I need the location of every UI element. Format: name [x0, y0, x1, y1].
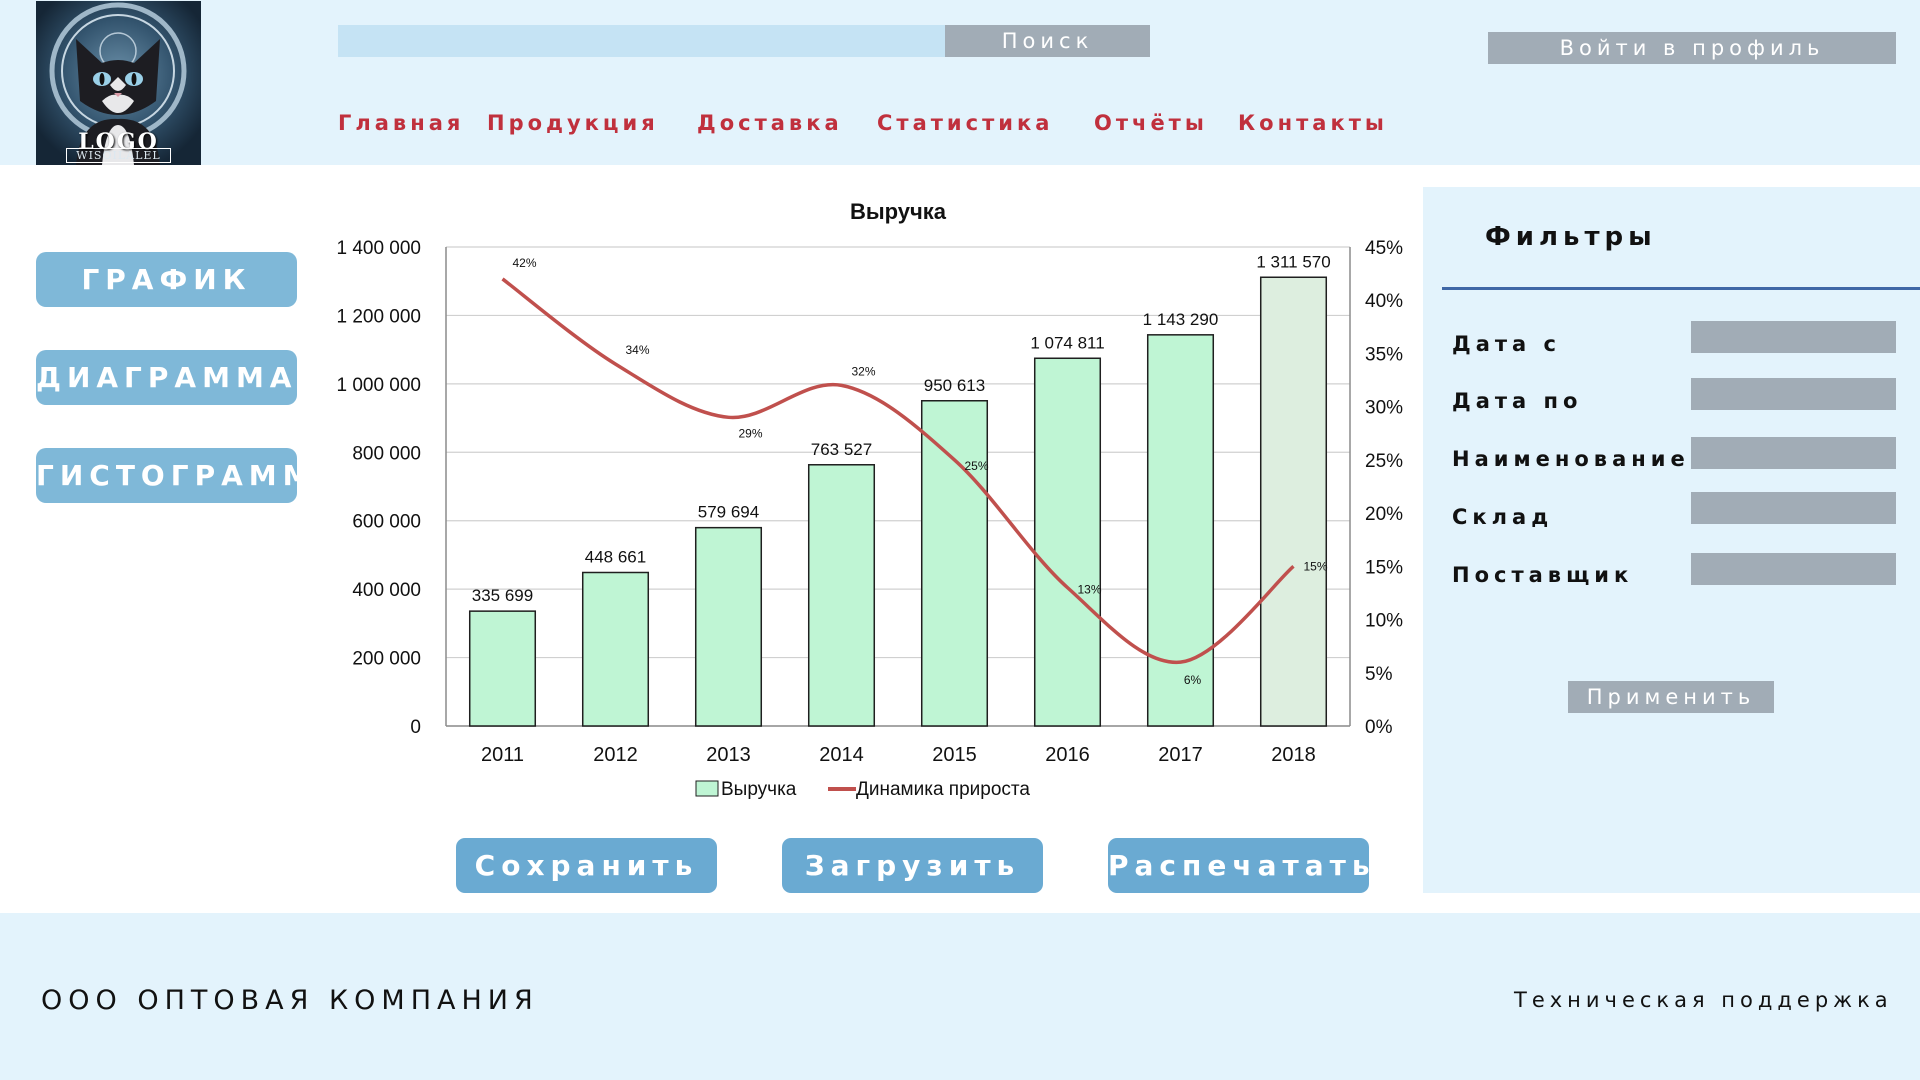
- nav-statistics[interactable]: Статистика: [877, 111, 1053, 135]
- search-button[interactable]: Поиск: [945, 25, 1150, 57]
- logo-subtext: WISOILALEL: [66, 148, 171, 163]
- chart-bar: [468, 610, 537, 727]
- bar-value-label: 950 613: [924, 376, 985, 395]
- nav-home[interactable]: Главная: [338, 111, 464, 135]
- chart-bar: [807, 464, 876, 727]
- y-right-tick-label: 30%: [1365, 398, 1403, 419]
- login-button[interactable]: Войти в профиль: [1488, 32, 1896, 64]
- nav-reports[interactable]: Отчёты: [1094, 111, 1208, 135]
- filters-panel: Фильтры Дата с Дата по Наименование Скла…: [1423, 187, 1920, 893]
- chart-bar: [1259, 276, 1328, 727]
- x-tick-label: 2015: [932, 744, 977, 766]
- legend-label-growth: Динамика прироста: [856, 779, 1030, 800]
- line-point-label: 34%: [625, 343, 649, 357]
- print-button[interactable]: Распечатать: [1108, 838, 1370, 893]
- bar-value-label: 1 143 290: [1143, 310, 1219, 329]
- line-point-label: 25%: [964, 459, 988, 473]
- chart-bar: [694, 526, 763, 727]
- x-tick-label: 2017: [1158, 744, 1203, 766]
- x-tick-label: 2013: [706, 744, 751, 766]
- y-left-tick-label: 200 000: [352, 649, 421, 670]
- chart-title: Выручка: [850, 199, 947, 224]
- chart-bar: [581, 571, 650, 727]
- bar-value-label: 579 694: [698, 503, 759, 522]
- x-tick-label: 2014: [819, 744, 864, 766]
- x-tick-label: 2018: [1271, 744, 1316, 766]
- x-tick-label: 2016: [1045, 744, 1090, 766]
- filter-supplier-input[interactable]: [1691, 553, 1896, 585]
- support-link[interactable]: Техническая поддержка: [1514, 988, 1893, 1012]
- apply-filters-button[interactable]: Применить: [1568, 681, 1774, 713]
- y-right-tick-label: 20%: [1365, 504, 1403, 525]
- chart-type-histogram-button[interactable]: ГИСТОГРАММА: [36, 448, 338, 503]
- bar-value-label: 335 699: [472, 586, 533, 605]
- line-point-label: 42%: [512, 256, 536, 270]
- filter-supplier-label: Поставщик: [1452, 563, 1634, 587]
- y-left-tick-label: 400 000: [352, 580, 421, 601]
- filter-date-to-label: Дата по: [1452, 389, 1583, 413]
- chart-svg: Выручка 0 200 000 400 000 600 000 800 000 1 00…: [336, 199, 1403, 800]
- y-left-tick-label: 1 400 000: [336, 238, 421, 259]
- line-point-label: 13%: [1077, 583, 1101, 597]
- chart-bar: [1146, 334, 1215, 727]
- bar-value-label: 448 661: [585, 547, 646, 566]
- chart-type-graph-button[interactable]: ГРАФИК: [36, 252, 297, 307]
- company-name: ООО ОПТОВАЯ КОМПАНИЯ: [41, 985, 539, 1016]
- filter-date-from-label: Дата с: [1452, 332, 1561, 356]
- y-right-tick-label: 10%: [1365, 611, 1403, 632]
- y-right-tick-label: 15%: [1365, 557, 1403, 578]
- x-tick-label: 2011: [481, 744, 524, 766]
- search-input[interactable]: [338, 25, 945, 57]
- nav-contacts[interactable]: Контакты: [1238, 111, 1388, 135]
- nav-products[interactable]: Продукция: [487, 111, 659, 135]
- y-right-tick-label: 45%: [1365, 238, 1403, 259]
- load-button[interactable]: Загрузить: [782, 838, 1043, 893]
- filter-warehouse-input[interactable]: [1691, 492, 1896, 524]
- y-left-tick-label: 1 000 000: [336, 375, 421, 396]
- y-right-tick-label: 35%: [1365, 344, 1403, 365]
- y-right-tick-label: 40%: [1365, 291, 1403, 312]
- y-left-tick-label: 600 000: [352, 512, 421, 533]
- header: LOGO WISOILALEL Поиск Войти в профиль Гл…: [0, 0, 1920, 165]
- bar-value-label: 1 074 811: [1030, 333, 1104, 352]
- y-right-tick-label: 25%: [1365, 451, 1403, 472]
- chart-bar: [920, 400, 989, 727]
- filter-name-input[interactable]: [1691, 437, 1896, 469]
- y-left-tick-label: 0: [410, 717, 421, 738]
- filter-name-label: Наименование: [1452, 447, 1690, 471]
- footer: ООО ОПТОВАЯ КОМПАНИЯ Техническая поддерж…: [0, 913, 1920, 1080]
- filter-warehouse-label: Склад: [1452, 505, 1554, 529]
- filter-date-from-input[interactable]: [1691, 321, 1896, 353]
- nav-delivery[interactable]: Доставка: [697, 111, 843, 135]
- save-button[interactable]: Сохранить: [456, 838, 717, 893]
- y-left-tick-label: 1 200 000: [336, 306, 421, 327]
- line-point-label: 15%: [1303, 559, 1327, 573]
- chart-type-diagram-button[interactable]: ДИАГРАММА: [36, 350, 297, 405]
- bar-value-label: 1 311 570: [1256, 252, 1330, 271]
- revenue-chart: Выручка 0 200 000 400 000 600 000 800 000 1 00…: [300, 190, 1420, 820]
- filters-title: Фильтры: [1485, 222, 1657, 252]
- y-right-tick-label: 0%: [1365, 717, 1393, 738]
- line-point-label: 29%: [738, 426, 762, 440]
- line-point-label: 32%: [851, 364, 875, 378]
- y-right-tick-label: 5%: [1365, 664, 1393, 685]
- bar-value-label: 763 527: [811, 440, 872, 459]
- x-tick-label: 2012: [593, 744, 638, 766]
- y-left-tick-label: 800 000: [352, 443, 421, 464]
- chart-bar: [1033, 357, 1102, 727]
- filter-date-to-input[interactable]: [1691, 378, 1896, 410]
- filters-divider: [1442, 287, 1920, 290]
- legend-swatch-revenue: [695, 780, 719, 797]
- logo[interactable]: LOGO WISOILALEL: [36, 1, 201, 165]
- legend-label-revenue: Выручка: [721, 779, 797, 800]
- line-point-label: 6%: [1184, 673, 1202, 687]
